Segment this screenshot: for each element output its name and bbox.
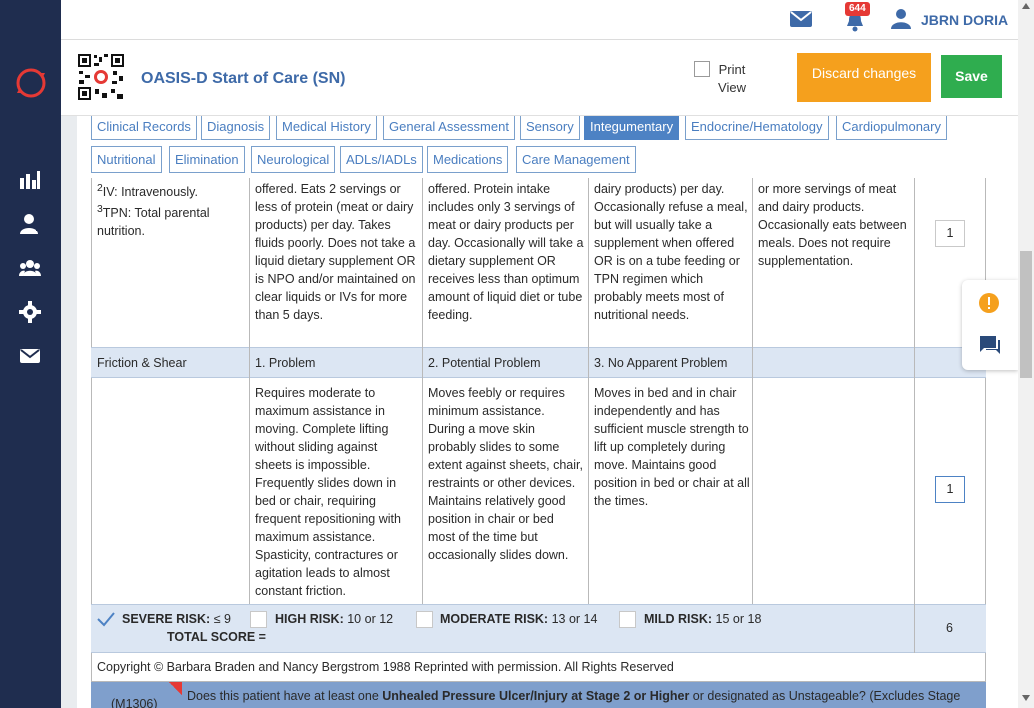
column-divider [588, 347, 589, 378]
page-title: OASIS-D Start of Care (SN) [141, 70, 346, 87]
friction-score-input[interactable]: 1 [935, 476, 965, 503]
friction-col-3: Moves in bed and in chair independently … [594, 386, 750, 508]
severe-risk-option[interactable]: SEVERE RISK: ≤ 9 [122, 612, 231, 626]
user-name[interactable]: JBRN DORIA [921, 12, 1008, 28]
floating-actions-panel [962, 280, 1018, 370]
top-bar: 644 JBRN DORIA [61, 0, 1018, 40]
friction-header-2: 2. Potential Problem [428, 356, 541, 370]
column-divider [752, 347, 753, 378]
tab-integumentary[interactable]: Integumentary [584, 116, 680, 140]
friction-col-1: Requires moderate to maximum assistance … [255, 386, 401, 598]
tab-adls-iadls[interactable]: ADLs/IADLs [340, 146, 423, 173]
column-divider [588, 178, 589, 604]
copyright-text: Copyright © Barbara Braden and Nancy Ber… [97, 660, 674, 674]
tab-clinical-records[interactable]: Clinical Records [91, 116, 197, 140]
print-view-label[interactable]: Print View [711, 61, 753, 97]
qr-code-icon [77, 53, 125, 101]
high-risk-checkbox[interactable] [250, 611, 267, 628]
nutrition-col-1: offered. Eats 2 servings or less of prot… [255, 182, 416, 322]
column-divider [752, 178, 753, 604]
scroll-up-arrow-icon[interactable] [1022, 3, 1030, 9]
scrollbar-thumb[interactable] [1020, 251, 1032, 378]
settings-gear-icon[interactable] [19, 301, 41, 323]
moderate-risk-checkbox[interactable] [416, 611, 433, 628]
print-view-checkbox[interactable] [694, 61, 710, 77]
notification-count-badge: 644 [845, 2, 870, 16]
tab-medications[interactable]: Medications [427, 146, 509, 173]
column-divider [914, 347, 915, 378]
column-divider [249, 347, 250, 378]
nutrition-notes: 2IV: Intravenously. 3TPN: Total parental… [97, 183, 210, 239]
nutrition-col-3: dairy products) per day. Occasionally re… [594, 182, 748, 322]
m1306-code: (M1306) [111, 697, 158, 708]
column-divider [914, 178, 915, 604]
tab-diagnosis[interactable]: Diagnosis [201, 116, 271, 140]
friction-shear-label: Friction & Shear [97, 356, 187, 370]
mild-risk-checkbox[interactable] [619, 611, 636, 628]
moderate-risk-option[interactable]: MODERATE RISK: 13 or 14 [440, 612, 597, 626]
total-score-value: 6 [946, 621, 953, 635]
tab-sensory[interactable]: Sensory [520, 116, 580, 140]
messages-icon[interactable] [790, 10, 812, 28]
user-avatar-icon[interactable] [890, 9, 912, 29]
nutrition-col-4: or more servings of meat and dairy produ… [758, 182, 907, 268]
nutrition-score-input[interactable]: 1 [935, 220, 965, 247]
tab-general-assessment[interactable]: General Assessment [383, 116, 515, 140]
column-divider [249, 178, 250, 604]
tab-nutritional[interactable]: Nutritional [91, 146, 162, 173]
mild-risk-option[interactable]: MILD RISK: 15 or 18 [644, 612, 761, 626]
column-divider [422, 178, 423, 604]
table-border-right [985, 178, 986, 653]
column-divider [914, 604, 915, 653]
check-icon[interactable] [96, 611, 116, 627]
m1306-question: Does this patient have at least one Unhe… [187, 689, 961, 703]
chat-icon[interactable] [979, 335, 1001, 355]
column-divider [422, 347, 423, 378]
nutrition-col-2: offered. Protein intake includes only 3 … [428, 182, 584, 322]
friction-header-3: 3. No Apparent Problem [594, 356, 728, 370]
dashboard-chart-icon[interactable] [19, 169, 41, 191]
sidebar [0, 0, 61, 708]
tab-elimination[interactable]: Elimination [169, 146, 245, 173]
discard-changes-button[interactable]: Discard changes [797, 53, 931, 102]
friction-col-2: Moves feebly or requires minimum assista… [428, 386, 583, 562]
mail-icon[interactable] [19, 345, 41, 367]
tab-endocrine-hematology[interactable]: Endocrine/Hematology [685, 116, 829, 140]
app-logo-icon[interactable] [15, 67, 47, 99]
required-flag-icon [169, 682, 182, 695]
page-scrollbar[interactable] [1018, 0, 1034, 708]
table-border-left [91, 178, 92, 653]
alert-icon[interactable] [979, 293, 999, 313]
team-icon[interactable] [19, 257, 41, 279]
high-risk-option[interactable]: HIGH RISK: 10 or 12 [275, 612, 393, 626]
friction-header-1: 1. Problem [255, 356, 316, 370]
tab-neurological[interactable]: Neurological [251, 146, 336, 173]
total-score-label: TOTAL SCORE = [167, 630, 266, 644]
tab-cardiopulmonary[interactable]: Cardiopulmonary [836, 116, 947, 140]
form-header: OASIS-D Start of Care (SN) Print View Di… [61, 40, 1018, 116]
save-button[interactable]: Save [941, 55, 1002, 98]
tab-care-management[interactable]: Care Management [516, 146, 636, 173]
scroll-down-arrow-icon[interactable] [1022, 695, 1030, 701]
tab-medical-history[interactable]: Medical History [276, 116, 377, 140]
form-content: Clinical Records Diagnosis Medical Histo… [77, 116, 1018, 708]
patient-icon[interactable] [19, 213, 41, 235]
